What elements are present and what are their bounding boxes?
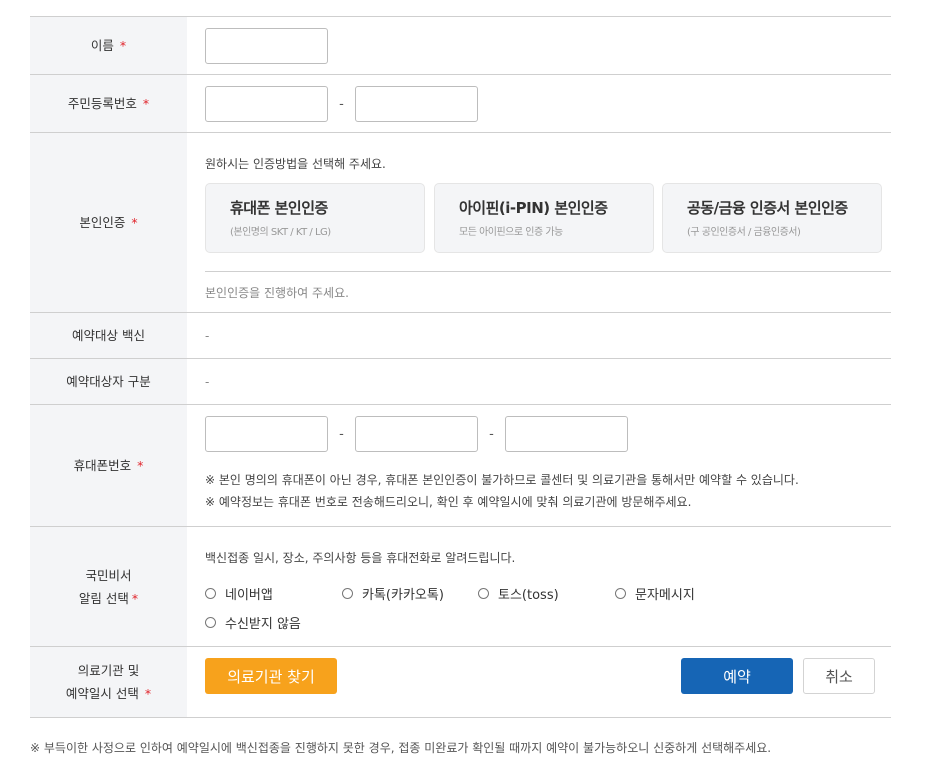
alert-description: 백신접종 일시, 장소, 주의사항 등을 휴대전화로 알려드립니다. — [205, 551, 516, 565]
dash: - — [339, 426, 344, 442]
dash: - — [489, 426, 494, 442]
phone-auth-subtitle: (본인명의 SKT / KT / LG) — [230, 227, 331, 238]
identity-verification-content: 원하시는 인증방법을 선택해 주세요. 휴대폰 본인인증 (본인명의 SKT /… — [187, 133, 891, 312]
vaccine-label: 예약대상 백신 — [30, 313, 187, 358]
certificate-auth-title: 공동/금융 인증서 본인인증 — [687, 199, 848, 217]
resident-number-row: 주민등록번호 * - — [30, 75, 891, 133]
required-mark: * — [144, 686, 152, 701]
name-content — [187, 17, 891, 74]
alert-content: 백신접종 일시, 장소, 주의사항 등을 휴대전화로 알려드립니다. 네이버앱 … — [187, 527, 891, 646]
divider — [205, 271, 891, 272]
required-mark: * — [131, 215, 138, 230]
radio-circle-icon — [478, 588, 489, 599]
resident-number-back-input[interactable] — [355, 86, 478, 122]
phone-row: 휴대폰번호 * - - ※ 본인 명의의 휴대폰이 아닌 경우, 휴대폰 본인인증이… — [30, 405, 891, 527]
radio-naver-app[interactable]: 네이버앱 — [205, 584, 273, 603]
phone-auth-title: 휴대폰 본인인증 — [230, 199, 328, 217]
required-mark: * — [119, 38, 127, 53]
radio-circle-icon — [342, 588, 353, 599]
identity-verification-label: 본인인증 * — [30, 133, 187, 312]
cancel-button[interactable]: 취소 — [803, 658, 875, 694]
vaccination-reservation-form: 이름 * 주민등록번호 * - 본인인증 * 원하시는 인증방법을 선택해 주세요. … — [30, 16, 891, 718]
dash: - — [339, 96, 344, 112]
target-value: - — [205, 374, 210, 389]
target-row: 예약대상자 구분 - — [30, 359, 891, 405]
name-label: 이름 * — [30, 17, 187, 74]
identity-verification-row: 본인인증 * 원하시는 인증방법을 선택해 주세요. 휴대폰 본인인증 (본인명의… — [30, 133, 891, 313]
radio-toss[interactable]: 토스(toss) — [478, 584, 559, 603]
required-mark: * — [131, 590, 139, 606]
radio-sms[interactable]: 문자메시지 — [615, 584, 695, 603]
phone-content: - - ※ 본인 명의의 휴대폰이 아닌 경우, 휴대폰 본인인증이 불가하므로 … — [187, 405, 891, 526]
resident-number-content: - — [187, 75, 891, 132]
auth-instruction: 원하시는 인증방법을 선택해 주세요. — [205, 157, 386, 171]
radio-circle-icon — [615, 588, 626, 599]
vaccine-value: - — [205, 328, 210, 343]
ipin-auth-title: 아이핀(i-PIN) 본인인증 — [459, 199, 608, 217]
radio-circle-icon — [205, 588, 216, 599]
phone-notice: ※ 본인 명의의 휴대폰이 아닌 경우, 휴대폰 본인인증이 불가하므로 콜센터… — [205, 473, 799, 487]
radio-no-notification[interactable]: 수신받지 않음 — [205, 613, 301, 632]
radio-circle-icon — [205, 617, 216, 628]
required-mark: * — [142, 96, 150, 111]
phone-middle-input[interactable] — [355, 416, 478, 452]
phone-first-input[interactable] — [205, 416, 328, 452]
phone-label: 휴대폰번호 * — [30, 405, 187, 526]
required-mark: * — [137, 458, 144, 473]
certificate-auth-button[interactable]: 공동/금융 인증서 본인인증 (구 공인인증서 / 금융인증서) — [662, 183, 882, 253]
footnote: ※ 부득이한 사정으로 인하여 예약일시에 백신접종을 진행하지 못한 경우, … — [30, 741, 772, 755]
ipin-auth-subtitle: 모든 아이핀으로 인증 가능 — [459, 227, 563, 238]
certificate-auth-subtitle: (구 공인인증서 / 금융인증서) — [687, 227, 801, 238]
resident-number-front-input[interactable] — [205, 86, 328, 122]
radio-kakaotalk[interactable]: 카톡(카카오톡) — [342, 584, 444, 603]
clinic-label: 의료기관 및 예약일시 선택 * — [30, 647, 187, 717]
name-input[interactable] — [205, 28, 328, 64]
ipin-auth-button[interactable]: 아이핀(i-PIN) 본인인증 모든 아이핀으로 인증 가능 — [434, 183, 654, 253]
reserve-button[interactable]: 예약 — [681, 658, 793, 694]
clinic-content: 의료기관 찾기 예약 취소 — [187, 647, 891, 717]
alert-row: 국민비서 알림 선택 * 백신접종 일시, 장소, 주의사항 등을 휴대전화로 알… — [30, 527, 891, 647]
vaccine-row: 예약대상 백신 - — [30, 313, 891, 359]
phone-last-input[interactable] — [505, 416, 628, 452]
clinic-row: 의료기관 및 예약일시 선택 * 의료기관 찾기 예약 취소 — [30, 647, 891, 718]
resident-number-label: 주민등록번호 * — [30, 75, 187, 132]
find-clinic-button[interactable]: 의료기관 찾기 — [205, 658, 337, 694]
phone-notices: ※ 본인 명의의 휴대폰이 아닌 경우, 휴대폰 본인인증이 불가하므로 콜센터… — [205, 469, 799, 513]
target-content: - — [187, 359, 891, 404]
name-row: 이름 * — [30, 17, 891, 75]
vaccine-content: - — [187, 313, 891, 358]
target-label: 예약대상자 구분 — [30, 359, 187, 404]
alert-label: 국민비서 알림 선택 * — [30, 527, 187, 646]
phone-notice: ※ 예약정보는 휴대폰 번호로 전송해드리오니, 확인 후 예약일시에 맞춰 의… — [205, 495, 692, 509]
auth-status: 본인인증을 진행하여 주세요. — [205, 286, 349, 300]
phone-auth-button[interactable]: 휴대폰 본인인증 (본인명의 SKT / KT / LG) — [205, 183, 425, 253]
